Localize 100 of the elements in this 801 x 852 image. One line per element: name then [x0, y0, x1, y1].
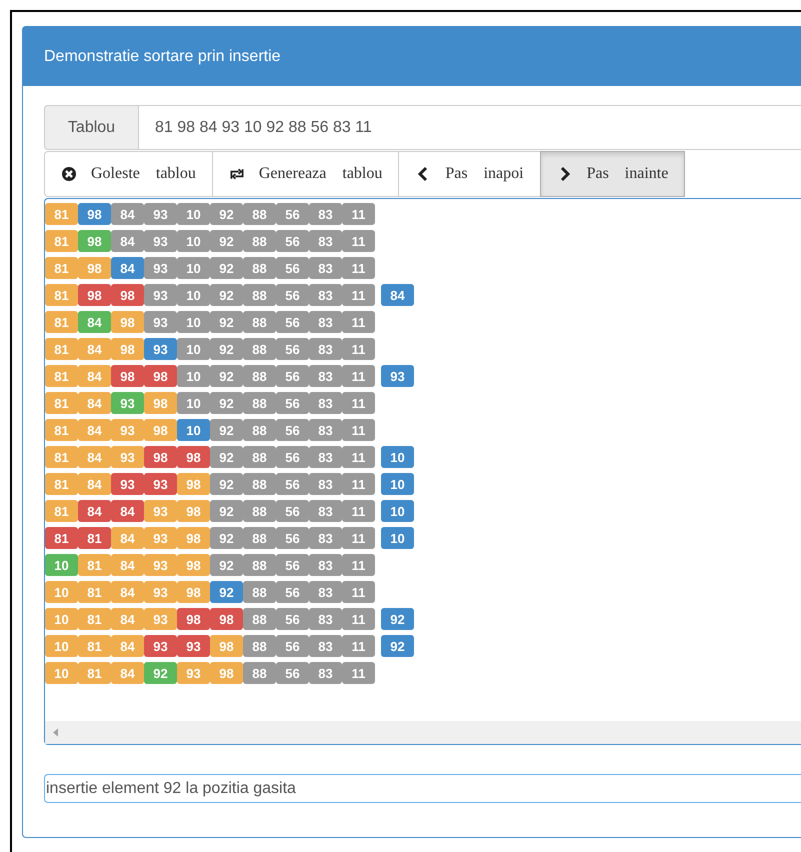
array-cell: 11 [342, 392, 375, 414]
array-cell: 98 [78, 257, 111, 279]
array-cell: 83 [309, 203, 342, 225]
array-cell: 11 [342, 446, 375, 468]
array-cell: 81 [45, 230, 78, 252]
array-cell: 92 [210, 338, 243, 360]
array-cell: 11 [342, 338, 375, 360]
array-cell: 88 [243, 284, 276, 306]
array-cell: 10 [45, 662, 78, 684]
horizontal-scrollbar[interactable] [45, 721, 801, 744]
key-cell: 10 [381, 446, 414, 468]
array-cell: 81 [78, 554, 111, 576]
array-cell: 98 [210, 662, 243, 684]
array-cell: 88 [243, 257, 276, 279]
array-cell: 93 [177, 662, 210, 684]
array-cell: 92 [210, 257, 243, 279]
array-cell: 98 [111, 365, 144, 387]
array-cell: 93 [144, 311, 177, 333]
array-cell: 92 [144, 662, 177, 684]
array-cell: 56 [276, 392, 309, 414]
array-cell: 11 [342, 608, 375, 630]
toolbar-button[interactable]: Goleste tablou [44, 151, 213, 197]
array-cell: 83 [309, 554, 342, 576]
array-cell: 56 [276, 419, 309, 441]
remove-circle-icon [61, 166, 77, 182]
array-cell: 83 [309, 284, 342, 306]
array-cell: 98 [144, 365, 177, 387]
array-cell: 93 [144, 608, 177, 630]
array-cell: 56 [276, 446, 309, 468]
array-cell: 10 [177, 392, 210, 414]
array-input-field[interactable]: 81 98 84 93 10 92 88 56 83 11 [139, 105, 801, 150]
array-cell: 88 [243, 365, 276, 387]
array-cell: 56 [276, 635, 309, 657]
array-cell: 98 [177, 500, 210, 522]
array-cell: 11 [342, 554, 375, 576]
array-cell: 92 [210, 446, 243, 468]
array-cell: 98 [210, 608, 243, 630]
scroll-left-icon[interactable] [53, 728, 58, 737]
array-cell: 81 [45, 338, 78, 360]
array-cell: 84 [111, 257, 144, 279]
array-cell: 81 [45, 392, 78, 414]
array-cell: 83 [309, 257, 342, 279]
array-cell: 56 [276, 338, 309, 360]
array-cell: 56 [276, 203, 309, 225]
key-cell: 10 [381, 527, 414, 549]
toolbar-button[interactable]: Pas inapoi [398, 151, 541, 197]
array-cell: 93 [144, 500, 177, 522]
array-cell: 84 [111, 230, 144, 252]
array-cell: 10 [45, 635, 78, 657]
array-cell: 10 [177, 230, 210, 252]
array-cell: 56 [276, 473, 309, 495]
array-cell: 81 [45, 365, 78, 387]
array-cell: 56 [276, 500, 309, 522]
array-cell: 81 [45, 500, 78, 522]
array-cell: 84 [78, 419, 111, 441]
toolbar-button[interactable]: Pas inainte [540, 151, 686, 197]
array-cell: 92 [210, 365, 243, 387]
array-cell: 11 [342, 419, 375, 441]
array-cell: 81 [78, 662, 111, 684]
array-cell: 98 [111, 338, 144, 360]
array-cell: 88 [243, 527, 276, 549]
array-cell: 84 [111, 527, 144, 549]
array-cell: 84 [78, 473, 111, 495]
array-cell: 84 [111, 554, 144, 576]
array-cell: 81 [45, 203, 78, 225]
array-cell: 88 [243, 635, 276, 657]
array-cell: 11 [342, 365, 375, 387]
array-cell: 83 [309, 311, 342, 333]
array-cell: 98 [78, 230, 111, 252]
array-cell: 84 [111, 635, 144, 657]
array-cell: 10 [45, 581, 78, 603]
array-cell: 98 [78, 284, 111, 306]
array-cell: 11 [342, 662, 375, 684]
array-cell: 93 [144, 338, 177, 360]
array-cell: 92 [210, 554, 243, 576]
array-cell: 81 [78, 527, 111, 549]
array-cell: 98 [177, 527, 210, 549]
array-cell: 81 [45, 257, 78, 279]
array-cell: 83 [309, 365, 342, 387]
array-cell: 11 [342, 581, 375, 603]
array-cell: 84 [78, 500, 111, 522]
array-cell: 88 [243, 230, 276, 252]
array-cell: 56 [276, 527, 309, 549]
array-cell: 84 [111, 608, 144, 630]
key-cell: 10 [381, 473, 414, 495]
array-cell: 93 [144, 284, 177, 306]
toolbar-button[interactable]: Genereaza tablou [212, 151, 400, 197]
status-field[interactable]: insertie element 92 la pozitia gasita [44, 774, 801, 803]
array-cell: 88 [243, 473, 276, 495]
array-cell: 83 [309, 419, 342, 441]
array-cell: 83 [309, 338, 342, 360]
array-cell: 93 [144, 203, 177, 225]
array-cell: 10 [177, 311, 210, 333]
array-cell: 10 [45, 554, 78, 576]
array-cell: 98 [111, 284, 144, 306]
array-cell: 11 [342, 527, 375, 549]
array-cell: 93 [111, 419, 144, 441]
array-cell: 88 [243, 608, 276, 630]
array-cell: 11 [342, 500, 375, 522]
array-cell: 92 [210, 203, 243, 225]
